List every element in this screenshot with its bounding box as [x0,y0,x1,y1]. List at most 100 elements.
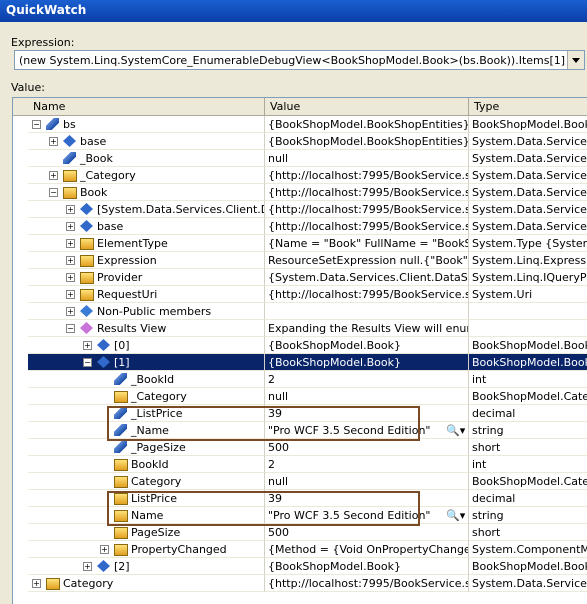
cell-value[interactable]: {BookShopModel.Book} [265,558,469,575]
expression-combobox[interactable]: (new System.Linq.SystemCore_EnumerableDe… [14,50,585,70]
cell-name[interactable]: − bs [28,116,265,133]
expression-input[interactable]: (new System.Linq.SystemCore_EnumerableDe… [19,54,565,67]
visualizer-magnifier-icon[interactable]: 🔍▾ [446,424,465,437]
collapse-icon[interactable]: − [83,358,92,367]
cell-value[interactable]: {Name = "Book" FullName = "BookShopMo [265,235,469,252]
cell-value[interactable]: 500 [265,439,469,456]
cell-name[interactable]: + ElementType [28,235,265,252]
expand-icon[interactable]: + [66,222,75,231]
cell-value[interactable]: 500 [265,524,469,541]
column-header-name[interactable]: Name [28,98,265,115]
table-row[interactable]: − Results View Expanding the Results View … [13,320,587,337]
table-row[interactable]: + [0] {BookShopModel.Book} BookShopModel.Bo… [13,337,587,354]
visualizer-magnifier-icon[interactable]: 🔍▾ [446,509,465,522]
cell-value[interactable]: {Method = {Void OnPropertyChanged(Sys [265,541,469,558]
cell-name[interactable]: + _Category [28,167,265,184]
cell-name[interactable]: + [0] [28,337,265,354]
table-row[interactable]: _PageSize 500 short [13,439,587,456]
table-row[interactable]: + RequestUri {http://localhost:7995/BookSe… [13,286,587,303]
cell-name[interactable]: − Book [28,184,265,201]
cell-name[interactable]: − [1] [28,354,265,371]
row-name: RequestUri [97,288,158,301]
cell-value[interactable]: null [265,150,469,167]
table-row[interactable]: + ElementType {Name = "Book" FullName = "B… [13,235,587,252]
cell-value[interactable]: {BookShopModel.Book} [265,337,469,354]
cell-name[interactable]: + Expression [28,252,265,269]
cell-value[interactable]: {System.Data.Services.Client.DataService [265,269,469,286]
cell-name[interactable]: + Category [28,575,265,592]
cell-value[interactable]: {BookShopModel.Book} [265,354,469,371]
expand-icon[interactable]: + [83,562,92,571]
table-row[interactable]: BookId 2 int [13,456,587,473]
table-row[interactable]: + Category {http://localhost:7995/BookServ… [13,575,587,592]
cell-name[interactable]: − Results View [28,320,265,337]
table-row[interactable]: + base {http://localhost:7995/BookService.… [13,218,587,235]
collapse-icon[interactable]: − [66,324,75,333]
table-row[interactable]: + PropertyChanged {Method = {Void OnProper… [13,541,587,558]
cell-value[interactable]: {http://localhost:7995/BookService.svc/B… [265,286,469,303]
cell-value[interactable]: 2 [265,456,469,473]
cell-value[interactable]: {http://localhost:7995/BookService.svc/C… [265,167,469,184]
table-row[interactable]: Category nullBookShopModel.Catego [13,473,587,490]
cell-value[interactable]: {http://localhost:7995/BookService.svc/B… [265,218,469,235]
cell-name[interactable]: + base [28,218,265,235]
watch-grid[interactable]: Name Value Type − bs {BookShopModel.BookSh… [12,97,587,604]
table-row[interactable]: _BookId 2 int [13,371,587,388]
cell-value[interactable]: null [265,473,469,490]
cell-value[interactable] [265,303,469,320]
table-row[interactable]: + base {BookShopModel.BookShopEntities} Sys… [13,133,587,150]
cell-name[interactable]: BookId [28,456,265,473]
table-row[interactable]: _Category nullBookShopModel.Catego [13,388,587,405]
table-row[interactable]: + _Category {http://localhost:7995/BookSer… [13,167,587,184]
collapse-icon[interactable]: − [32,120,41,129]
table-row[interactable]: − Book {http://localhost:7995/BookService.… [13,184,587,201]
cell-name[interactable]: _BookId [28,371,265,388]
cell-name[interactable]: + Provider [28,269,265,286]
expand-icon[interactable]: + [83,341,92,350]
collapse-icon[interactable]: − [49,188,58,197]
cell-value[interactable]: ResourceSetExpression null.{"Book"} [265,252,469,269]
cell-name[interactable]: + PropertyChanged [28,541,265,558]
chevron-down-icon[interactable] [567,51,584,69]
cell-name[interactable]: _Category [28,388,265,405]
expand-icon[interactable]: + [66,205,75,214]
cell-value[interactable]: 2 [265,371,469,388]
property-icon [114,373,127,385]
expand-icon[interactable]: + [66,256,75,265]
table-row[interactable]: − bs {BookShopModel.BookShopEntities} BookS… [13,116,587,133]
table-row[interactable]: + Provider {System.Data.Services.Client.Da… [13,269,587,286]
cell-name[interactable]: _Book [28,150,265,167]
cell-value[interactable]: {http://localhost:7995/BookService.svc/B… [265,201,469,218]
table-row[interactable]: + Non-Public members [13,303,587,320]
cell-name[interactable]: + [System.Data.Services.Client.Dat [28,201,265,218]
cell-name[interactable]: + [2] [28,558,265,575]
cell-value[interactable]: {http://localhost:7995/BookService.svc/C… [265,575,469,592]
expand-icon[interactable]: + [100,545,109,554]
cell-value[interactable]: {BookShopModel.BookShopEntities} [265,133,469,150]
cell-name[interactable]: PageSize [28,524,265,541]
column-header-type[interactable]: Type [469,98,587,115]
cell-name[interactable]: + RequestUri [28,286,265,303]
cell-name[interactable]: _PageSize [28,439,265,456]
table-row[interactable]: + [2] {BookShopModel.Book} BookShopModel.Bo… [13,558,587,575]
cell-value[interactable]: {BookShopModel.BookShopEntities} [265,116,469,133]
table-row[interactable]: + [System.Data.Services.Client.Dat {http:/… [13,201,587,218]
table-row[interactable]: − [1] {BookShopModel.Book} BookShopModel.Bo… [13,354,587,371]
cell-value[interactable]: Expanding the Results View will enumerat… [265,320,469,337]
expand-icon[interactable]: + [66,307,75,316]
table-row[interactable]: PageSize 500 short [13,524,587,541]
cell-name[interactable]: Category [28,473,265,490]
expand-icon[interactable]: + [32,579,41,588]
expand-icon[interactable]: + [66,239,75,248]
cell-name[interactable]: + base [28,133,265,150]
table-row[interactable]: + Expression ResourceSetExpression null.{"… [13,252,587,269]
expand-icon[interactable]: + [49,137,58,146]
expand-icon[interactable]: + [66,273,75,282]
cell-value[interactable]: {http://localhost:7995/BookService.svc/B… [265,184,469,201]
expand-icon[interactable]: + [49,171,58,180]
cell-value[interactable]: null [265,388,469,405]
expand-icon[interactable]: + [66,290,75,299]
table-row[interactable]: _Book nullSystem.Data.Services.C [13,150,587,167]
column-header-value[interactable]: Value [265,98,469,115]
cell-name[interactable]: + Non-Public members [28,303,265,320]
